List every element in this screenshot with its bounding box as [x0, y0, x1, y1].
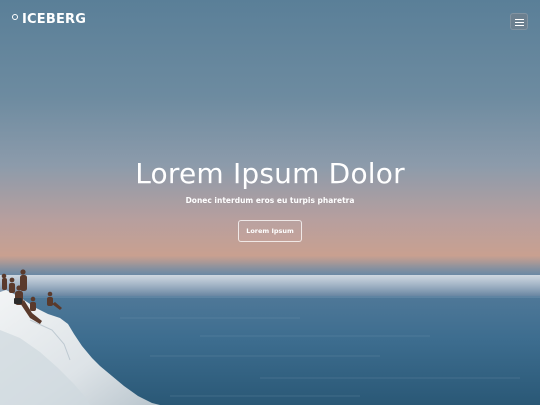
hero-title: Lorem Ipsum Dolor — [135, 157, 405, 190]
hero-cta-button[interactable]: Lorem Ipsum — [238, 220, 302, 242]
brand-name: ICEBERG — [22, 12, 87, 27]
hamburger-menu-button[interactable] — [510, 13, 528, 30]
circle-logo-icon — [12, 13, 18, 20]
brand-logo-link[interactable]: ICEBERG — [12, 12, 86, 27]
navbar: ICEBERG — [0, 0, 540, 44]
hero-section: ICEBERG Lorem Ipsum Dolor Donec interdum… — [0, 0, 540, 405]
hamburger-menu-icon-bar — [515, 21, 524, 23]
hero-content: Lorem Ipsum Dolor Donec interdum eros eu… — [0, 156, 540, 242]
hero-subtitle: Donec interdum eros eu turpis pharetra — [185, 196, 355, 205]
hamburger-menu-icon — [515, 18, 524, 20]
hamburger-menu-icon-bar — [515, 24, 524, 26]
